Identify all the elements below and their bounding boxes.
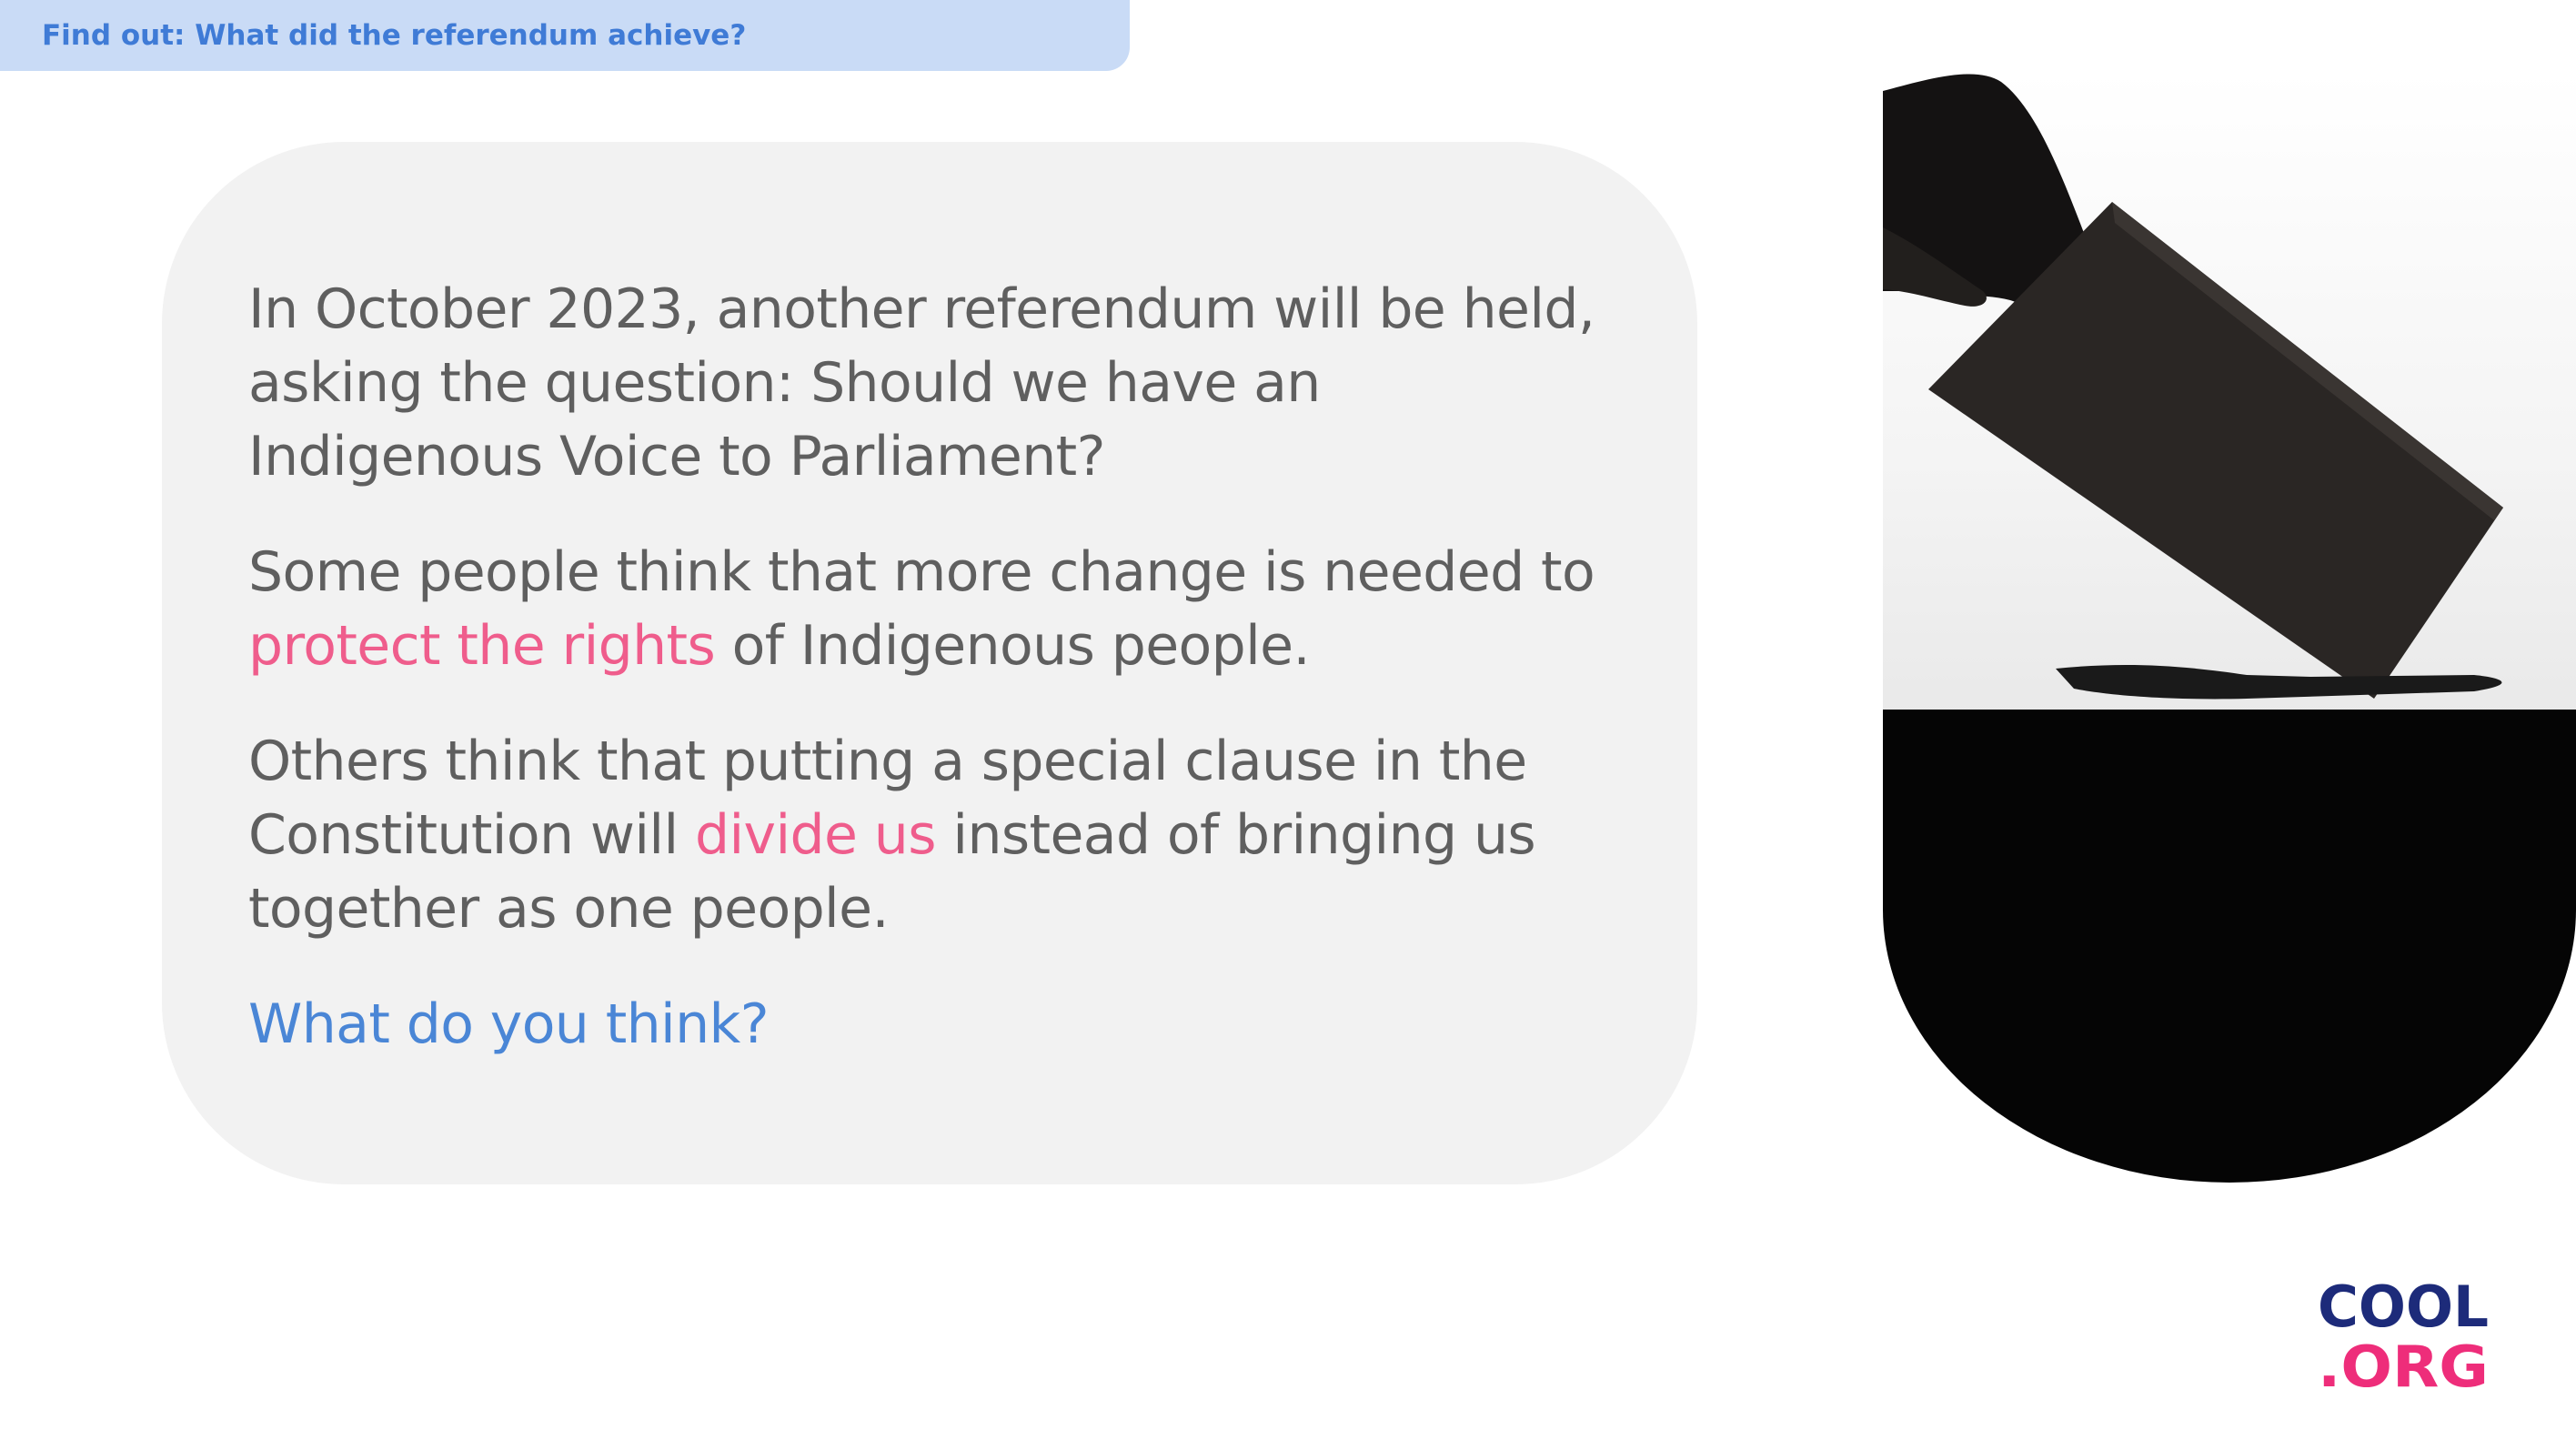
paragraph-referendum: In October 2023, another referendum will…: [248, 273, 1615, 494]
paragraph-more-change-text-start: Some people think that more change is ne…: [248, 540, 1595, 604]
ballot-box-photo: [1883, 0, 2576, 1183]
logo-line-cool: COOL: [2318, 1274, 2489, 1340]
paragraph-more-change-text-end: of Indigenous people.: [715, 614, 1311, 678]
ballot-silhouette-image: [1883, 71, 2576, 1183]
topic-banner-text: Find out: What did the referendum achiev…: [42, 18, 747, 52]
paragraph-referendum-text: In October 2023, another referendum will…: [248, 277, 1595, 488]
content-card: In October 2023, another referendum will…: [162, 142, 1697, 1184]
logo-line-org: .ORG: [2318, 1334, 2489, 1390]
highlight-protect-rights: protect the rights: [248, 614, 716, 678]
topic-banner: Find out: What did the referendum achiev…: [0, 0, 1130, 71]
discussion-question: What do you think?: [248, 992, 770, 1056]
slide: Find out: What did the referendum achiev…: [0, 0, 2576, 1450]
highlight-divide-us: divide us: [695, 803, 937, 867]
paragraph-divide: Others think that putting a special clau…: [248, 725, 1615, 946]
paragraph-more-change: Some people think that more change is ne…: [248, 536, 1615, 683]
cool-org-logo[interactable]: COOL .ORG: [2318, 1274, 2492, 1390]
cool-org-logo-graphic: COOL .ORG: [2318, 1274, 2489, 1390]
